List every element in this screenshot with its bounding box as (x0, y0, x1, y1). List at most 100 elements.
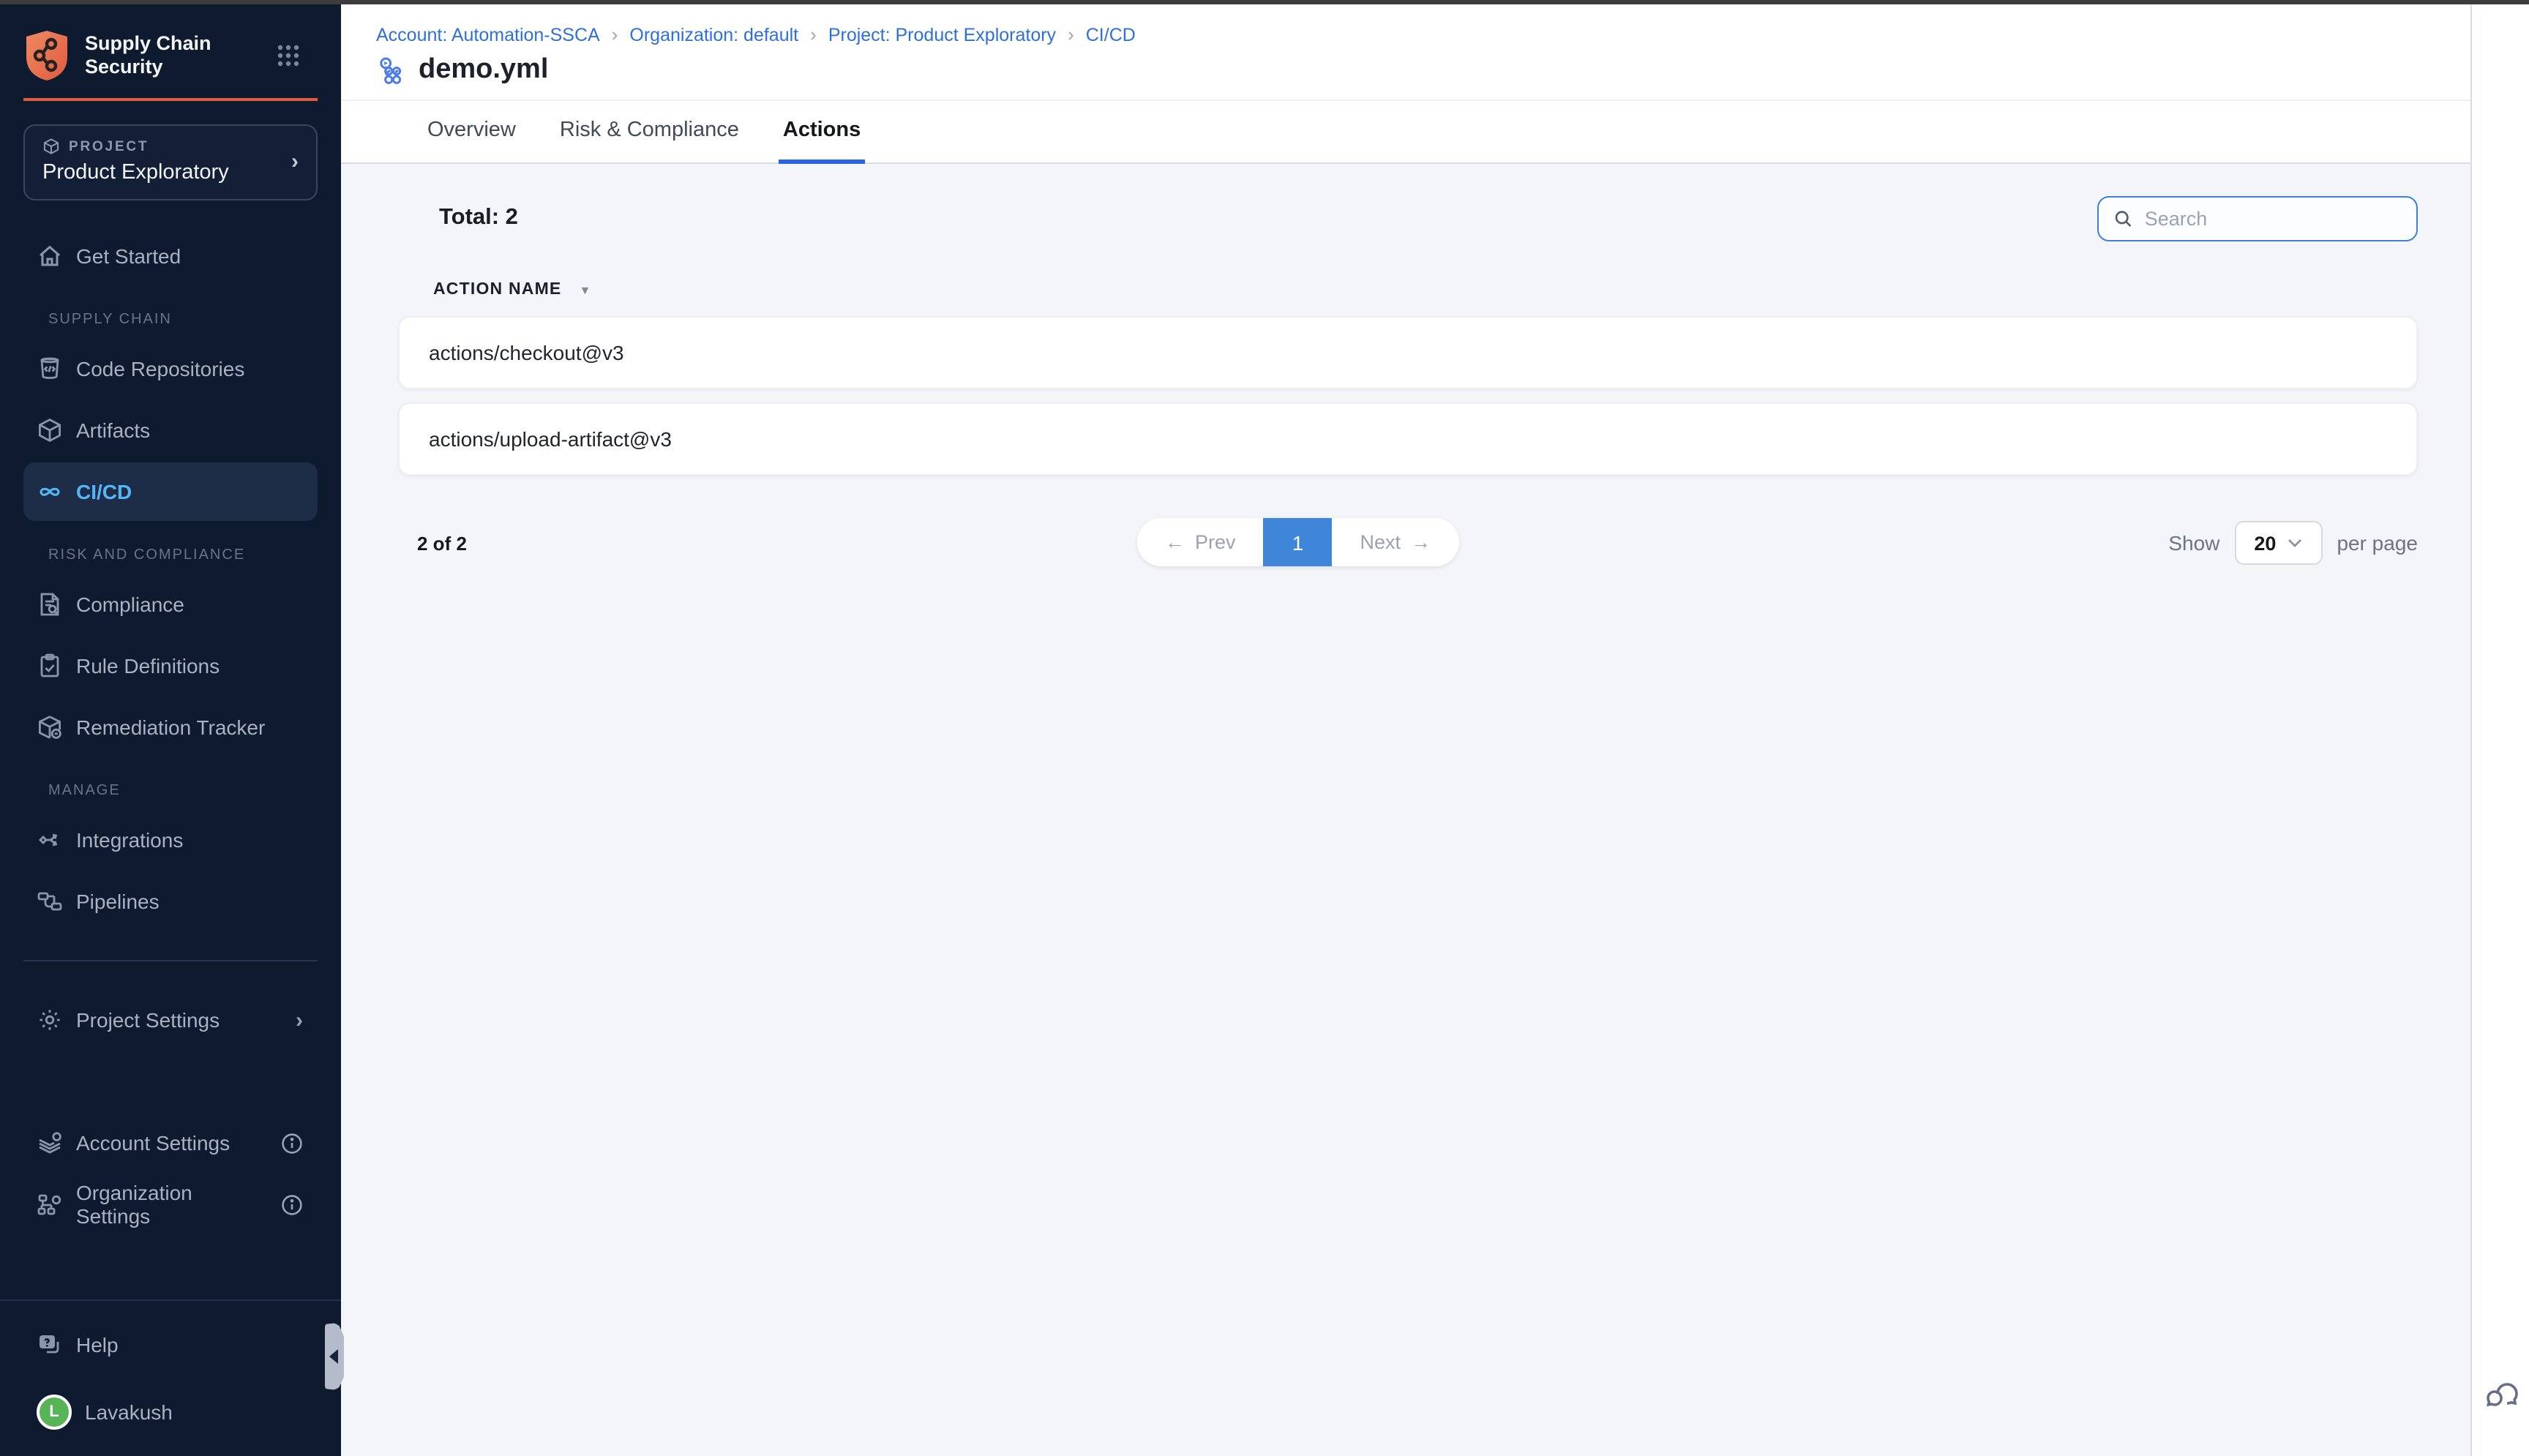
breadcrumb: Account: Automation-SSCA › Organization:… (376, 23, 2435, 45)
action-name-cell: actions/upload-artifact@v3 (429, 427, 672, 451)
right-rail (2470, 4, 2529, 1456)
sidebar-item-organization-settings[interactable]: Organization Settings (23, 1175, 318, 1234)
main-area: Account: Automation-SSCA › Organization:… (341, 4, 2470, 1456)
app-title: Supply Chain Security (85, 32, 211, 79)
page-size-controls: Show 20 per page (2168, 521, 2418, 565)
page-number-button[interactable]: 1 (1264, 518, 1333, 566)
project-name: Product Exploratory (42, 161, 291, 184)
table-header: ACTION NAME ▼ (433, 281, 2418, 299)
sidebar-item-help[interactable]: Help (23, 1316, 318, 1374)
sort-descending-icon[interactable]: ▼ (580, 283, 591, 296)
chevron-right-icon: › (296, 1007, 303, 1032)
sidebar-item-label: Integrations (76, 828, 183, 852)
gear-icon (37, 1007, 63, 1033)
sidebar-item-label: Help (76, 1333, 119, 1356)
info-icon[interactable] (281, 1132, 303, 1154)
code-repository-icon (37, 356, 63, 382)
home-icon (37, 243, 63, 269)
sidebar-nav: Get Started SUPPLY CHAIN Code Repositori… (0, 200, 341, 1456)
sidebar-item-rule-definitions[interactable]: Rule Definitions (23, 637, 318, 695)
sidebar-item-label: Account Settings (76, 1131, 230, 1155)
right-arrow-icon: → (1411, 531, 1431, 553)
user-name: Lavakush (85, 1400, 173, 1424)
left-arrow-icon: ← (1165, 531, 1185, 553)
sidebar-divider (23, 960, 318, 961)
sidebar-item-label: Remediation Tracker (76, 716, 265, 739)
search-box (2097, 195, 2418, 241)
sidebar-item-code-repositories[interactable]: Code Repositories (23, 339, 318, 398)
sidebar-item-compliance[interactable]: Compliance (23, 575, 318, 634)
brand-accent-rule (23, 98, 318, 101)
section-header-risk-and-compliance: RISK AND COMPLIANCE (48, 547, 318, 563)
user-avatar: L (37, 1395, 72, 1430)
project-eyebrow-label: PROJECT (69, 138, 149, 154)
breadcrumb-cicd-link[interactable]: CI/CD (1086, 24, 1136, 45)
workflow-file-icon (378, 56, 407, 85)
sidebar-item-integrations[interactable]: Integrations (23, 811, 318, 869)
sidebar: Supply Chain Security PROJECT (0, 4, 341, 1456)
next-page-button[interactable]: Next → (1333, 518, 1459, 566)
action-name-cell: actions/checkout@v3 (429, 341, 624, 364)
pagination-summary: 2 of 2 (417, 532, 467, 554)
tab-actions[interactable]: Actions (779, 101, 865, 164)
sidebar-item-project-settings[interactable]: Project Settings › (23, 991, 318, 1049)
actions-tab-content: Total: 2 ACTION NAME ▼ actions/checkout@… (341, 164, 2470, 1456)
tab-overview[interactable]: Overview (423, 101, 520, 164)
brand-header: Supply Chain Security (23, 29, 300, 82)
page-size-value: 20 (2254, 532, 2276, 554)
sidebar-item-get-started[interactable]: Get Started (23, 227, 318, 285)
table-row[interactable]: actions/checkout@v3 (398, 316, 2418, 389)
pagination: 2 of 2 ← Prev 1 Next → Show (398, 518, 2418, 568)
breadcrumb-account-link[interactable]: Account: Automation-SSCA (376, 24, 600, 45)
sidebar-item-label: Rule Definitions (76, 654, 220, 678)
sidebar-item-artifacts[interactable]: Artifacts (23, 401, 318, 459)
sidebar-item-pipelines[interactable]: Pipelines (23, 872, 318, 931)
sidebar-item-label: Code Repositories (76, 357, 244, 380)
pager-pill: ← Prev 1 Next → (1137, 518, 1458, 566)
table-row[interactable]: actions/upload-artifact@v3 (398, 402, 2418, 476)
total-count-label: Total: 2 (439, 205, 518, 231)
pipelines-flow-icon (37, 888, 63, 915)
breadcrumb-organization-link[interactable]: Organization: default (629, 24, 798, 45)
breadcrumb-separator: › (810, 23, 817, 45)
sidebar-item-user-profile[interactable]: L Lavakush (23, 1383, 318, 1441)
document-search-icon (37, 591, 63, 618)
sidebar-item-label: CI/CD (76, 480, 132, 503)
prev-page-button[interactable]: ← Prev (1137, 518, 1264, 566)
box-wrench-icon (37, 714, 63, 740)
module-grid-icon[interactable] (277, 44, 300, 67)
tab-risk-and-compliance[interactable]: Risk & Compliance (555, 101, 743, 164)
project-cube-icon (42, 138, 60, 155)
per-page-label: per page (2337, 531, 2418, 555)
search-input[interactable] (2145, 207, 2402, 229)
page-header: Account: Automation-SSCA › Organization:… (341, 4, 2470, 101)
tab-bar: Overview Risk & Compliance Actions (341, 101, 2470, 164)
chat-support-icon[interactable] (2481, 1377, 2519, 1415)
sidebar-item-label: Pipelines (76, 890, 160, 913)
search-icon (2113, 207, 2133, 229)
sidebar-collapse-handle[interactable] (325, 1323, 344, 1390)
project-selector[interactable]: PROJECT Product Exploratory › (23, 124, 318, 200)
chevron-down-icon (2288, 539, 2302, 547)
show-label: Show (2168, 531, 2219, 555)
info-icon[interactable] (281, 1193, 303, 1215)
column-header-action-name[interactable]: ACTION NAME (433, 281, 562, 299)
sidebar-item-label: Organization Settings (76, 1181, 268, 1228)
breadcrumb-separator: › (1068, 23, 1074, 45)
sidebar-item-remediation-tracker[interactable]: Remediation Tracker (23, 698, 318, 757)
help-chat-icon (37, 1332, 63, 1358)
sidebar-item-label: Compliance (76, 593, 184, 616)
breadcrumb-project-link[interactable]: Project: Product Exploratory (828, 24, 1056, 45)
sidebar-item-account-settings[interactable]: Account Settings (23, 1114, 318, 1172)
supply-chain-security-logo-icon (23, 29, 70, 82)
page-size-select[interactable]: 20 (2234, 521, 2322, 565)
sidebar-bottom-section: Help L Lavakush (0, 1299, 341, 1456)
org-chart-gear-icon (37, 1191, 63, 1217)
sidebar-item-cicd[interactable]: CI/CD (23, 462, 318, 521)
integrations-share-icon (37, 827, 63, 853)
sidebar-item-label: Artifacts (76, 419, 150, 442)
artifact-cube-icon (37, 417, 63, 443)
breadcrumb-separator: › (612, 23, 618, 45)
layers-gear-icon (37, 1130, 63, 1156)
section-header-supply-chain: SUPPLY CHAIN (48, 312, 318, 328)
